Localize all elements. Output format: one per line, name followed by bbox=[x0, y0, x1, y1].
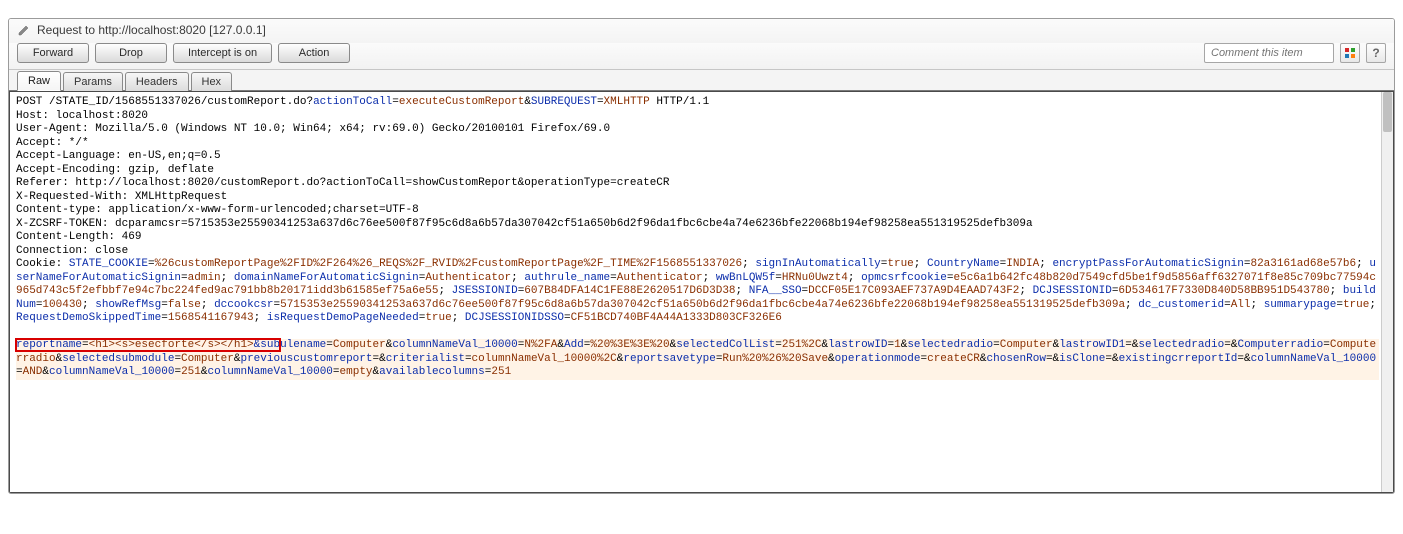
toolbar: Forward Drop Intercept is on Action ? bbox=[9, 43, 1394, 70]
forward-button[interactable]: Forward bbox=[17, 43, 89, 63]
intercept-toggle-button[interactable]: Intercept is on bbox=[173, 43, 272, 63]
tab-hex[interactable]: Hex bbox=[191, 72, 233, 91]
highlight-color-icon[interactable] bbox=[1340, 43, 1360, 63]
comment-input[interactable] bbox=[1204, 43, 1334, 63]
tab-raw[interactable]: Raw bbox=[17, 71, 61, 91]
panel-title: Request to http://localhost:8020 [127.0.… bbox=[37, 23, 266, 37]
tab-headers[interactable]: Headers bbox=[125, 72, 189, 91]
action-button[interactable]: Action bbox=[278, 43, 350, 63]
help-icon[interactable]: ? bbox=[1366, 43, 1386, 63]
scrollbar-thumb[interactable] bbox=[1383, 92, 1392, 132]
scrollbar[interactable] bbox=[1381, 92, 1393, 492]
request-panel: Request to http://localhost:8020 [127.0.… bbox=[8, 18, 1395, 494]
title-bar: Request to http://localhost:8020 [127.0.… bbox=[9, 19, 1394, 43]
tab-bar: Raw Params Headers Hex bbox=[9, 70, 1394, 91]
raw-editor[interactable]: POST /STATE_ID/1568551337026/customRepor… bbox=[10, 92, 1393, 492]
pencil-icon bbox=[17, 23, 31, 37]
drop-button[interactable]: Drop bbox=[95, 43, 167, 63]
content-wrap: POST /STATE_ID/1568551337026/customRepor… bbox=[9, 91, 1394, 493]
tab-params[interactable]: Params bbox=[63, 72, 123, 91]
